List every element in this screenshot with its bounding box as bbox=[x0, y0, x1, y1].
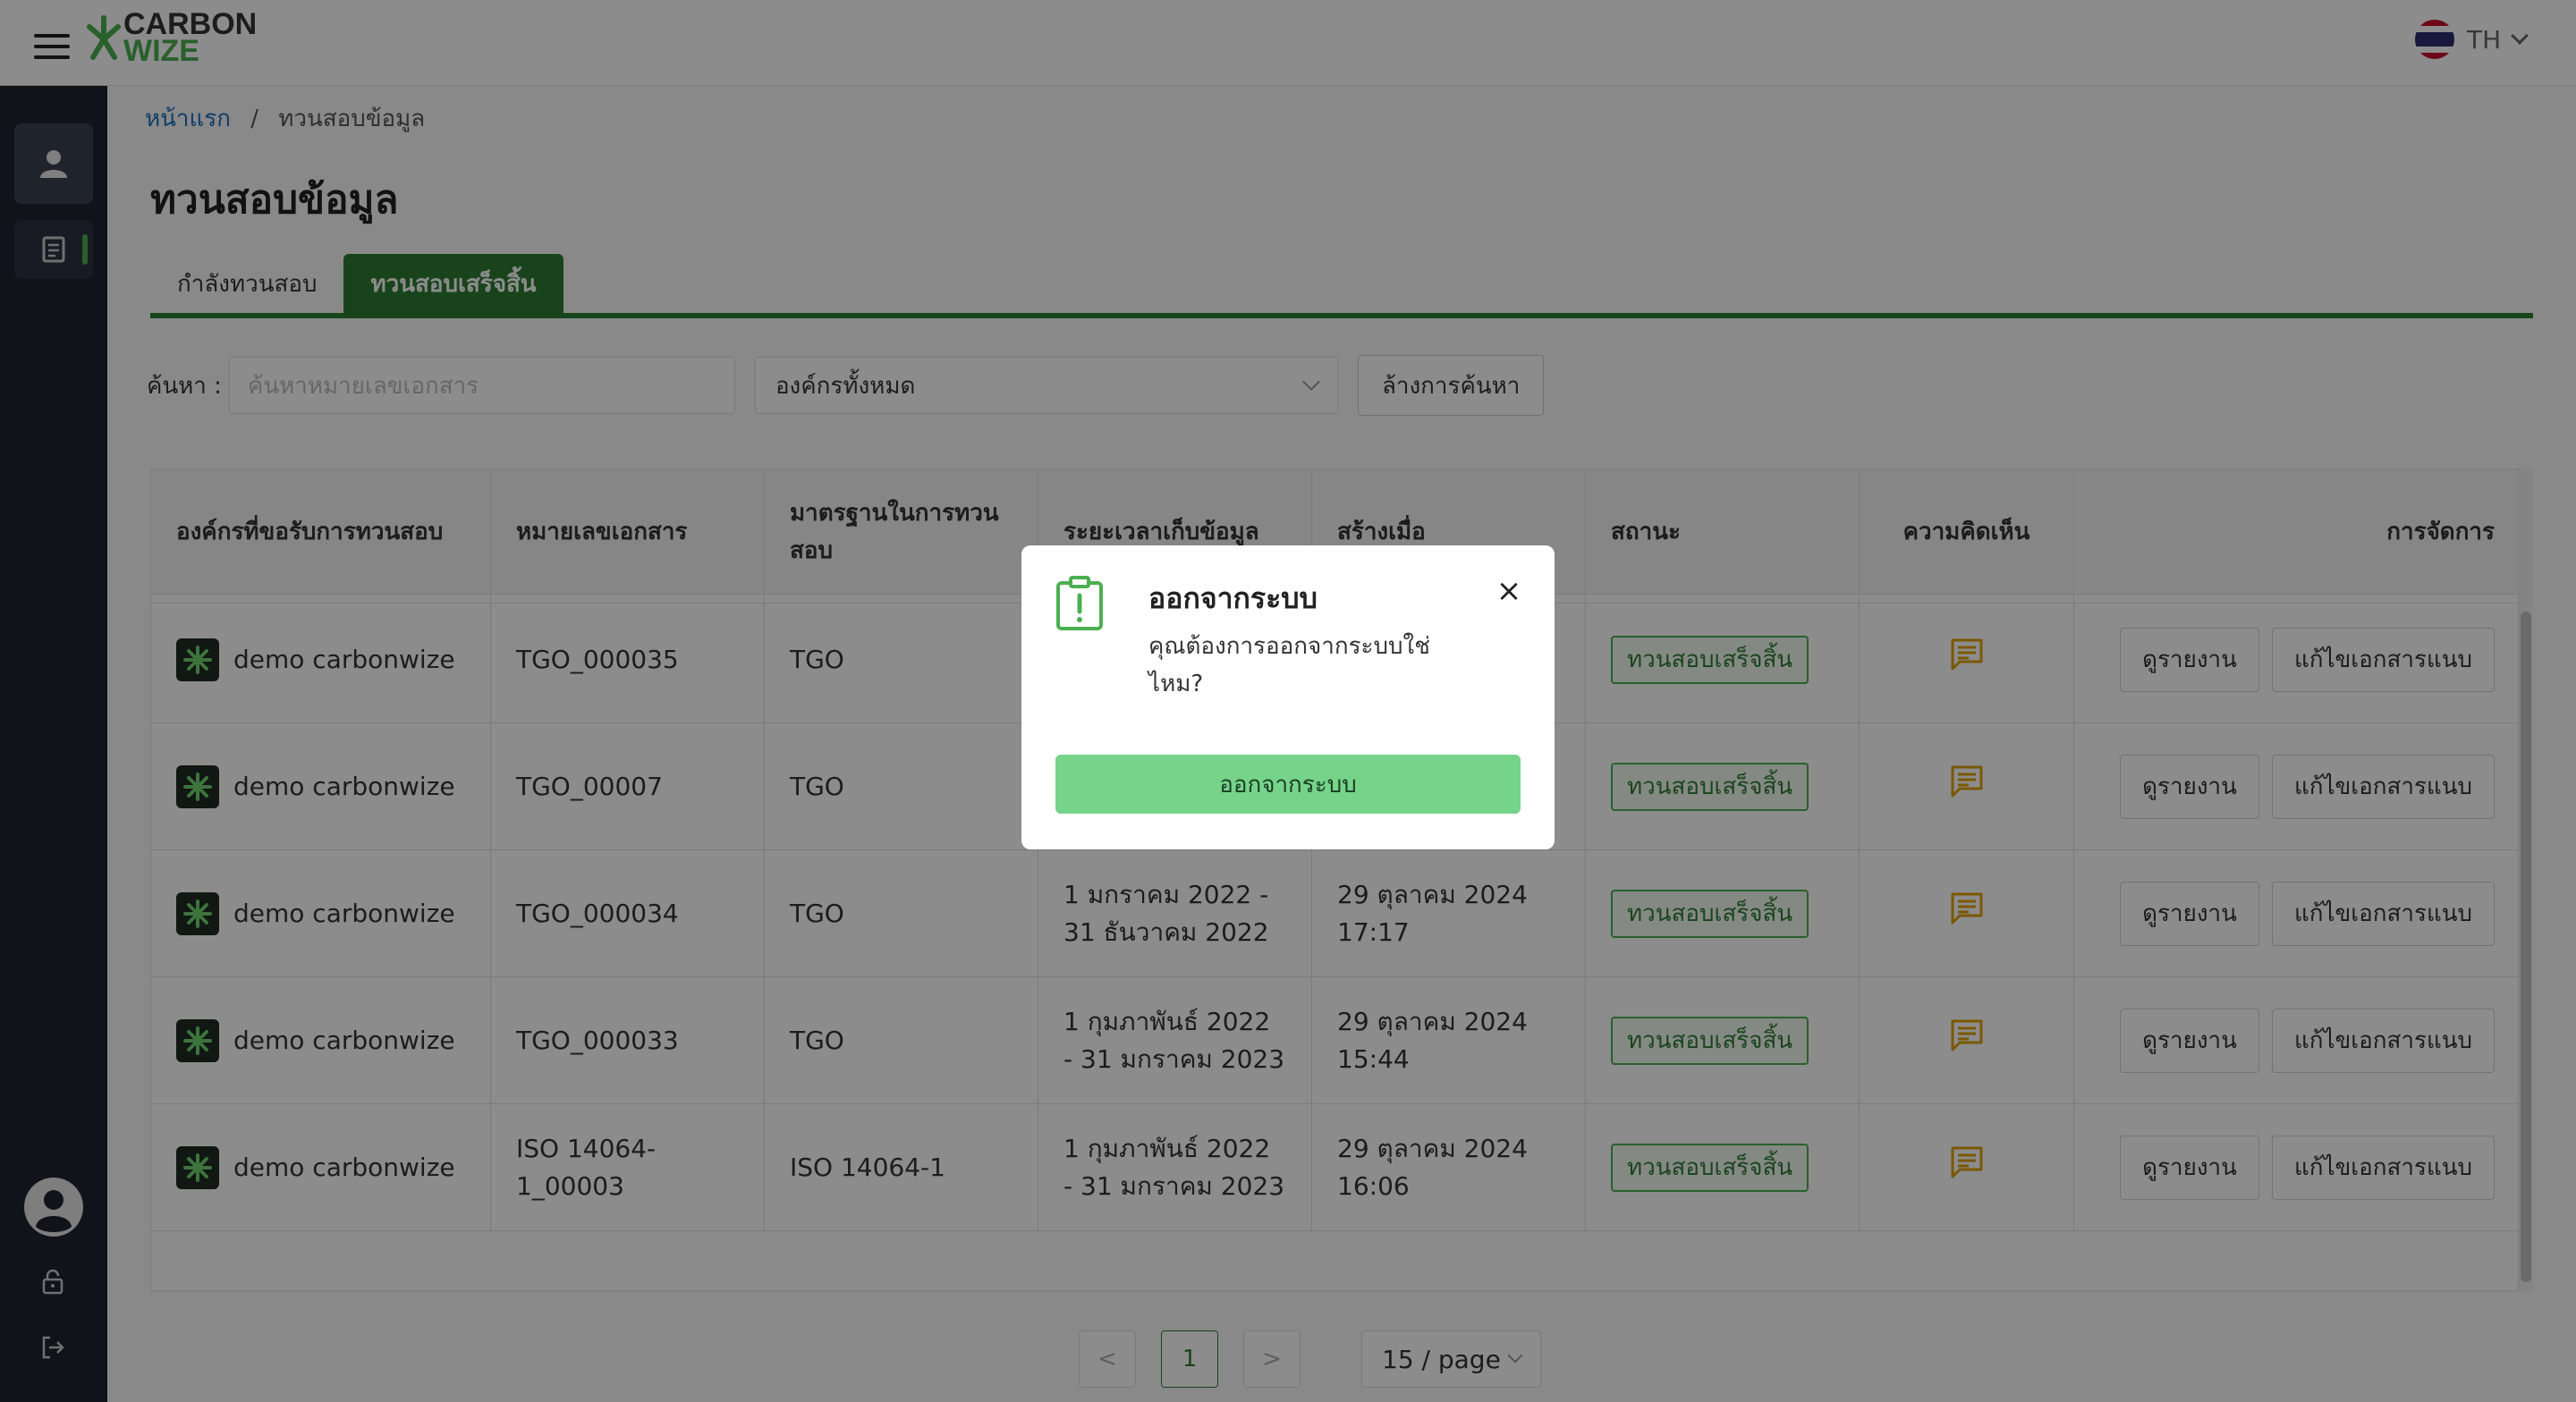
dialog-title: ออกจากระบบ bbox=[1148, 581, 1318, 615]
logout-dialog: ออกจากระบบ × คุณต้องการออกจากระบบใช่ไหม?… bbox=[1021, 545, 1555, 849]
warning-clipboard-icon bbox=[1056, 576, 1103, 630]
close-icon[interactable]: × bbox=[1496, 576, 1522, 606]
dialog-message: คุณต้องการออกจากระบบใช่ไหม? bbox=[1148, 633, 1430, 697]
confirm-logout-button[interactable]: ออกจากระบบ bbox=[1055, 755, 1521, 814]
